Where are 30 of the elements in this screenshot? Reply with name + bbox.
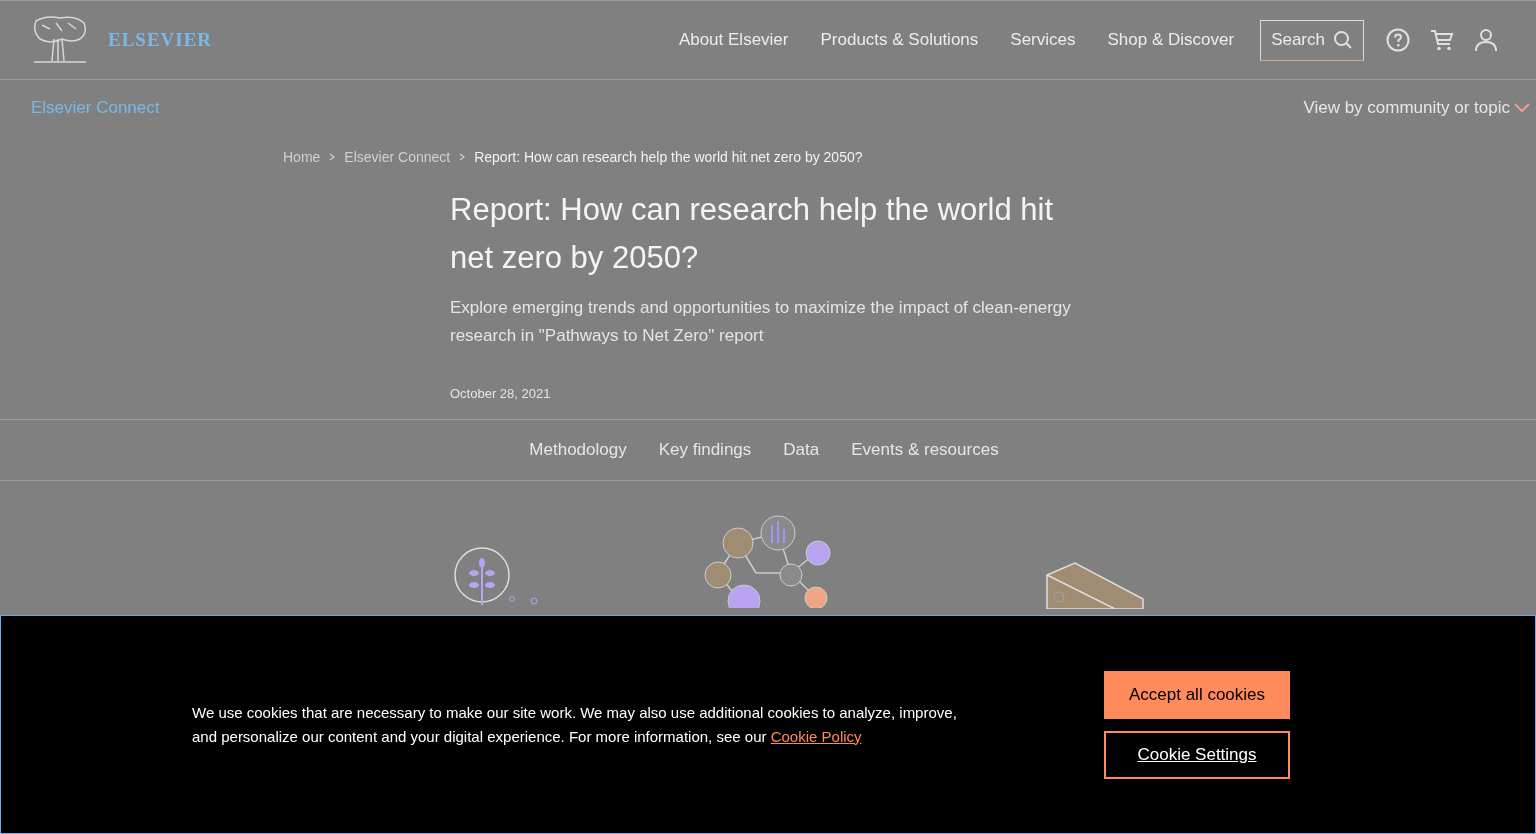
section-tab[interactable]: Methodology bbox=[529, 440, 627, 460]
search-button[interactable]: Search bbox=[1260, 19, 1364, 61]
article-subtitle: Explore emerging trends and opportunities to maximize the impact of clean-energy research in "Pathways to Net Zero" report bbox=[450, 297, 1072, 347]
nav-link[interactable]: Services bbox=[1010, 30, 1076, 50]
section-title-link[interactable]: Elsevier Connect bbox=[31, 98, 160, 118]
breadcrumb-current: Report: How can research help the world hit net zero by 2050? bbox=[474, 149, 863, 165]
section-tab[interactable]: Key findings bbox=[658, 440, 752, 460]
user-icon[interactable] bbox=[1474, 28, 1498, 52]
breadcrumb-link[interactable]: Home bbox=[283, 149, 321, 165]
cookie-settings-button[interactable]: Cookie Settings bbox=[1104, 730, 1290, 779]
section-tab[interactable]: Data bbox=[783, 440, 820, 460]
chevron-right-icon bbox=[329, 153, 336, 161]
nav-link[interactable]: Shop & Discover bbox=[1107, 30, 1235, 50]
breadcrumb-link[interactable]: Elsevier Connect bbox=[344, 149, 451, 165]
nav-link[interactable]: About Elsevier bbox=[678, 30, 789, 50]
search-icon bbox=[1333, 30, 1353, 50]
tree-logo-icon[interactable] bbox=[32, 15, 88, 65]
section-tab[interactable]: Events & resources bbox=[851, 440, 999, 460]
nav-link[interactable]: Products & Solutions bbox=[820, 30, 979, 50]
cookie-policy-link[interactable]: Cookie Policy bbox=[770, 727, 862, 745]
cookie-notice-text: We use cookies that are necessary to make our site work. We may also use additional cookies to analyze, improve, and personalize our content and your digital experience. For more information, see our Cookie Policy bbox=[192, 702, 958, 747]
accept-cookies-button[interactable]: Accept all cookies bbox=[1104, 670, 1290, 719]
chevron-down-icon bbox=[1514, 103, 1530, 113]
cart-icon[interactable] bbox=[1430, 28, 1454, 52]
community-topic-dropdown[interactable]: View by community or topic bbox=[1303, 98, 1530, 118]
logo-wordmark[interactable]: ELSEVIER bbox=[108, 29, 213, 51]
article-title: Report: How can research help the world hit net zero by 2050? bbox=[450, 191, 1055, 277]
help-icon[interactable] bbox=[1386, 28, 1410, 52]
chevron-right-icon bbox=[459, 153, 466, 161]
publish-date: October 28, 2021 bbox=[450, 386, 552, 401]
